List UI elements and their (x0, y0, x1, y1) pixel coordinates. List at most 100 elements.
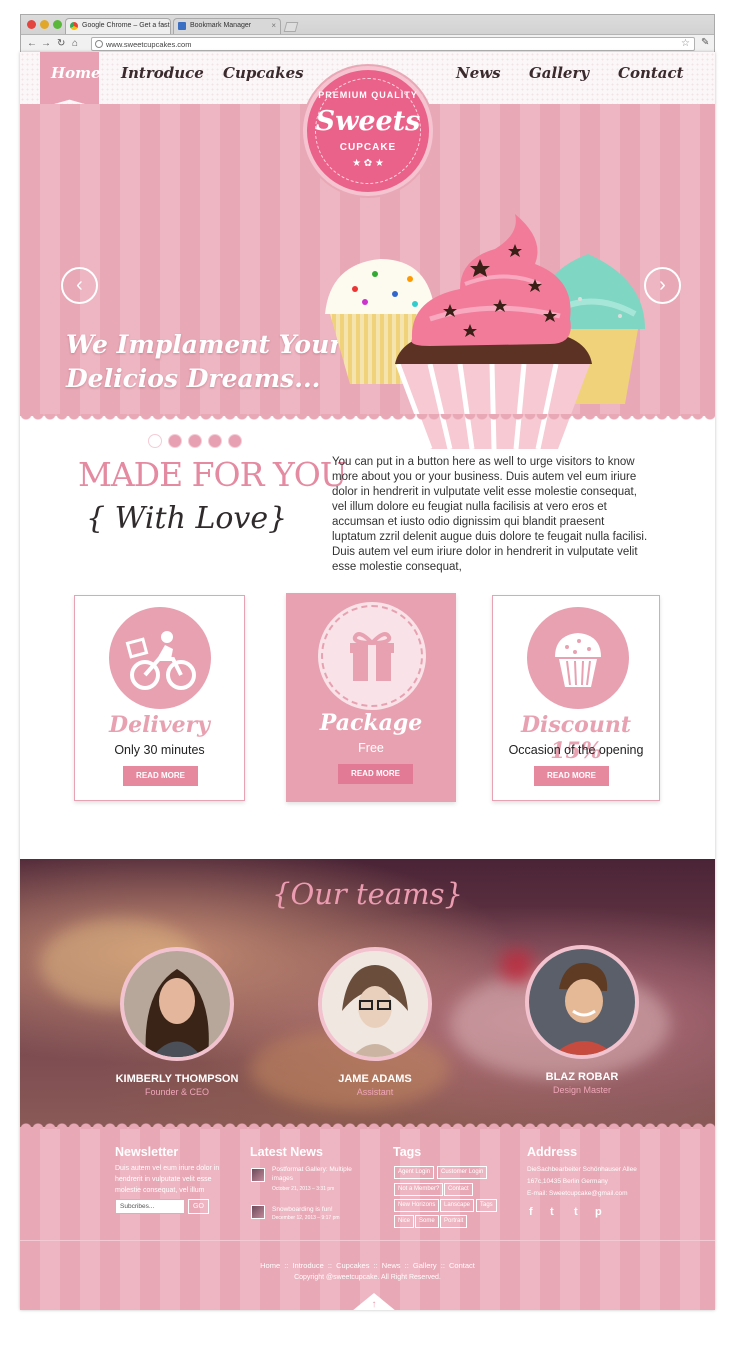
nav-cupcakes[interactable]: Cupcakes (223, 64, 304, 82)
card-title: Package (319, 710, 423, 736)
footer-divider (20, 1240, 715, 1241)
nav-introduce[interactable]: Introduce (121, 64, 204, 82)
webpage: Home Introduce Cupcakes News Gallery Con… (20, 52, 715, 1310)
avatar (318, 947, 432, 1061)
browser-tab-bookmarks[interactable]: Bookmark Manager × (173, 18, 281, 34)
intro-paragraph: You can put in a button here as well to … (332, 456, 648, 573)
bookmark-star-icon[interactable]: ☆ (681, 38, 690, 49)
motorbike-delivery-icon (109, 607, 211, 709)
footer-link-cupcakes[interactable]: Cupcakes (336, 1261, 369, 1270)
delivery-read-more-button[interactable]: READ MORE (123, 766, 198, 786)
logo-badge[interactable]: PREMIUM QUALITY Sweets CUPCAKE ★ ✿ ★ (303, 66, 433, 196)
newsletter-email-input[interactable]: Subcribes... (115, 1199, 185, 1214)
tag-link[interactable]: Not a Member? (394, 1183, 444, 1196)
footer-link-gallery[interactable]: Gallery (413, 1261, 437, 1270)
member-name: BLAZ ROBAR (545, 1071, 619, 1083)
news-item-title[interactable]: Postformat Gallery: Multiple images (272, 1165, 372, 1183)
tag-link[interactable]: Nice (394, 1215, 415, 1228)
teams-heading: {Our teams} (272, 877, 463, 911)
close-tab-icon[interactable]: × (161, 21, 166, 30)
section-subheading: { With Love} (86, 501, 288, 536)
tag-link[interactable]: Portrait (440, 1215, 468, 1228)
address-bar[interactable]: www.sweetcupcakes.com ☆ (91, 37, 695, 51)
footer-link-news[interactable]: News (382, 1261, 401, 1270)
close-tab-icon[interactable]: × (271, 21, 276, 30)
close-window-button[interactable] (27, 20, 36, 29)
logo-subtitle: CUPCAKE (339, 142, 397, 153)
news-item-date: December 12, 2013 – 9:17 pm (272, 1215, 340, 1221)
hero-line-2: Delicios Dreams... (66, 364, 321, 393)
browser-window-chrome: Google Chrome – Get a fast × Bookmark Ma… (20, 14, 715, 53)
bookmark-star-icon (178, 22, 186, 30)
nav-news[interactable]: News (456, 64, 501, 82)
tumblr-icon[interactable]: t (574, 1206, 578, 1218)
member-role: Founder & CEO (144, 1087, 210, 1097)
card-title: Delivery (109, 712, 210, 738)
tag-link[interactable]: Some (415, 1215, 439, 1228)
news-thumbnail[interactable] (251, 1205, 265, 1219)
badge-tagline: PREMIUM QUALITY (318, 90, 418, 100)
tag-link[interactable]: New Horizons (394, 1199, 440, 1212)
nav-contact[interactable]: Contact (618, 64, 684, 82)
cupcake-icon (527, 607, 629, 709)
home-icon[interactable]: ⌂ (72, 38, 78, 50)
slider-dot[interactable] (208, 434, 222, 448)
slider-dot[interactable] (228, 434, 242, 448)
maximize-window-button[interactable] (53, 20, 62, 29)
arrow-up-icon: ↑ (371, 1299, 377, 1310)
pinterest-icon[interactable]: p (595, 1206, 602, 1218)
twitter-icon[interactable]: t (550, 1206, 554, 1218)
back-arrow-icon[interactable]: ← (27, 38, 37, 50)
forward-arrow-icon[interactable]: → (41, 38, 51, 50)
tag-link[interactable]: Contact (444, 1183, 473, 1196)
nav-home[interactable]: Home (51, 64, 101, 82)
team-member[interactable]: BLAZ ROBAR Design Master (492, 945, 672, 1095)
footer-link-introduce[interactable]: Introduce (292, 1261, 323, 1270)
team-member[interactable]: JAME ADAMS Assistant (285, 947, 465, 1097)
tags-heading: Tags (393, 1145, 422, 1159)
tag-link[interactable]: Tags (476, 1199, 497, 1212)
copyright-text: Copyright @sweetcupcake. All Right Reser… (294, 1274, 441, 1281)
section-heading: MADE FOR YOU (78, 455, 348, 494)
back-to-top-button[interactable]: ↑ (352, 1293, 396, 1310)
news-item-date: October 21, 2013 – 3:31 pm (272, 1186, 335, 1192)
gift-box-icon (321, 605, 423, 707)
member-role: Assistant (356, 1087, 394, 1097)
slider-dot[interactable] (168, 434, 182, 448)
browser-tab-chrome[interactable]: Google Chrome – Get a fast × (65, 18, 171, 34)
team-member[interactable]: KIMBERLY THOMPSON Founder & CEO (87, 947, 267, 1097)
reload-icon[interactable]: ↻ (57, 38, 65, 50)
package-read-more-button[interactable]: READ MORE (338, 764, 413, 784)
news-thumbnail[interactable] (251, 1168, 265, 1182)
address-email[interactable]: E-mail: Sweetcupcake@gmail.com (527, 1188, 628, 1199)
tag-link[interactable]: Agent Login (394, 1166, 435, 1179)
discount-card: Discount 15% Occasion of the opening REA… (492, 595, 660, 801)
tag-link[interactable]: Lanscape (440, 1199, 475, 1212)
facebook-icon[interactable]: f (529, 1206, 533, 1218)
tag-link[interactable]: Customer Login (437, 1166, 488, 1179)
card-subtitle: Only 30 minutes (114, 743, 205, 757)
member-name: KIMBERLY THOMPSON (115, 1073, 239, 1085)
new-tab-button[interactable] (283, 22, 299, 32)
newsletter-go-button[interactable]: GO (188, 1199, 209, 1214)
wrench-menu-icon[interactable]: ✎ (701, 37, 709, 48)
card-subtitle: Free (358, 741, 384, 755)
minimize-window-button[interactable] (40, 20, 49, 29)
slider-dot[interactable] (188, 434, 202, 448)
nav-gallery[interactable]: Gallery (529, 64, 589, 82)
footer-link-home[interactable]: Home (260, 1261, 280, 1270)
teams-section: {Our teams} KIMBERLY THOMPSON Founder & … (20, 859, 715, 1127)
cupcake-pink-image (395, 214, 592, 450)
slider-dot[interactable] (148, 434, 162, 448)
avatar (120, 947, 234, 1061)
logo-wordmark: Sweets (315, 106, 421, 137)
footer-link-contact[interactable]: Contact (449, 1261, 475, 1270)
slider-pagination (148, 434, 242, 448)
address-heading: Address (527, 1145, 578, 1159)
badge-stars-icon: ★ ✿ ★ (352, 158, 384, 169)
hero-line-1: We Implament Your (66, 330, 343, 359)
discount-read-more-button[interactable]: READ MORE (534, 766, 609, 786)
hero-headline: We Implament Your Delicios Dreams... (66, 328, 346, 396)
slider-prev-button[interactable]: ‹ (61, 267, 98, 304)
tab-label: Bookmark Manager (190, 22, 252, 29)
